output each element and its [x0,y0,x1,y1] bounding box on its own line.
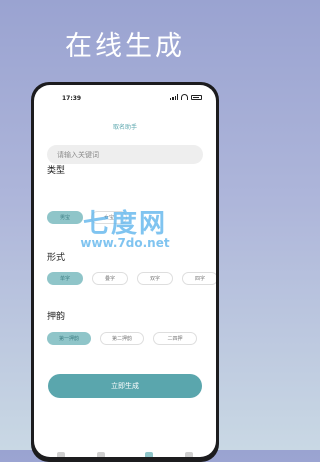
option-form-double[interactable]: 双字 [137,272,173,285]
nav-category-icon[interactable] [97,452,105,457]
wifi-icon [181,94,188,100]
search-input[interactable] [47,145,203,164]
status-time: 17:39 [62,95,82,102]
app-title: 取名助手 [112,124,137,131]
option-rhyme-two-four[interactable]: 二四押 [153,332,197,345]
nav-home-icon[interactable] [57,452,65,457]
app-screen: 17:39 取名助手 类型 男宝 女宝 形式 单字 叠字 双字 四字 押韵 第一… [34,85,216,457]
section-label-type: 类型 [47,166,66,176]
option-rhyme-second[interactable]: 第二押韵 [100,332,144,345]
generate-button[interactable]: 立即生成 [48,374,202,398]
option-type-male[interactable]: 男宝 [47,211,83,224]
option-rhyme-first[interactable]: 第一押韵 [47,332,91,345]
banner-title: 在线生成 [65,31,185,62]
nav-profile-icon[interactable] [185,452,193,457]
form-options: 单字 叠字 双字 四字 [47,272,216,285]
type-options: 男宝 女宝 [47,211,127,224]
option-type-female[interactable]: 女宝 [91,211,127,224]
bottom-nav [34,445,216,457]
signal-icon [170,94,178,100]
battery-icon [191,94,202,100]
nav-generate-icon[interactable] [145,452,153,457]
status-icons [170,94,202,100]
option-form-single[interactable]: 单字 [47,272,83,285]
section-label-rhyme: 押韵 [47,312,66,322]
rhyme-options: 第一押韵 第二押韵 二四押 [47,332,197,345]
status-bar: 17:39 [34,93,216,105]
option-form-repeat[interactable]: 叠字 [92,272,128,285]
option-form-four[interactable]: 四字 [182,272,216,285]
section-label-form: 形式 [47,253,66,263]
